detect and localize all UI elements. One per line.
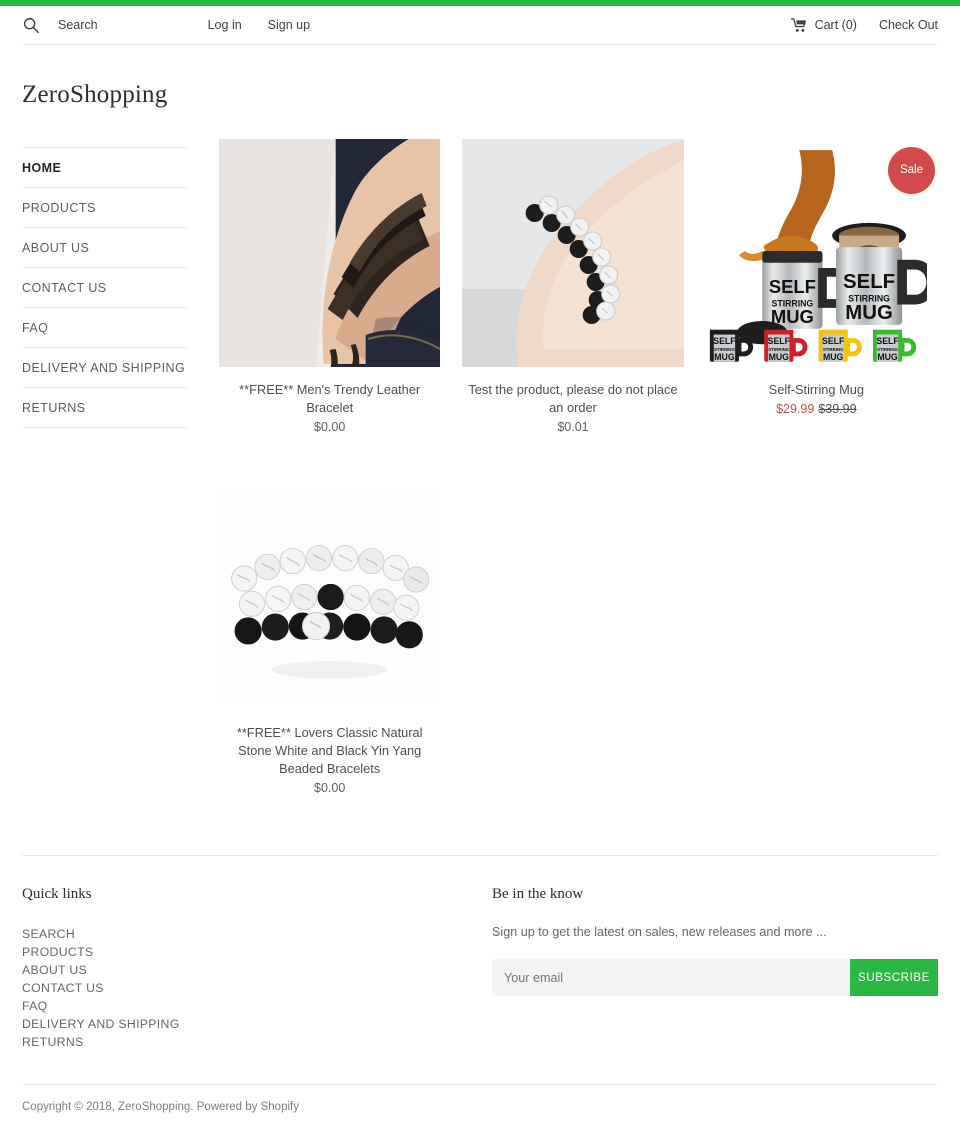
page-body: HOME PRODUCTS ABOUT US CONTACT US FAQ DE…	[0, 139, 960, 843]
newsletter-heading: Be in the know	[492, 886, 584, 902]
product-thumbnail[interactable]	[219, 482, 441, 710]
svg-text:MUG: MUG	[823, 352, 844, 362]
site-logo[interactable]: ZeroShopping	[22, 81, 167, 108]
sidebar-item-faq[interactable]: FAQ	[22, 308, 187, 348]
product-title: **FREE** Men's Trendy Leather Bracelet	[239, 382, 421, 415]
svg-text:SELF: SELF	[843, 271, 895, 293]
svg-text:MUG: MUG	[714, 352, 735, 362]
product-card[interactable]: Test the product, please do not place an…	[451, 139, 694, 434]
sidebar-item-about-us[interactable]: ABOUT US	[22, 228, 187, 268]
footer-link-faq[interactable]: FAQ	[22, 997, 492, 1015]
sidebar-item-contact-us[interactable]: CONTACT US	[22, 268, 187, 308]
cart-link[interactable]: Cart (0)	[790, 18, 857, 32]
newsletter-column: Be in the know Sign up to get the latest…	[492, 886, 938, 1051]
product-price: $0.01	[462, 420, 683, 434]
sidebar-item-returns[interactable]: RETURNS	[22, 388, 187, 428]
product-card[interactable]: **FREE** Lovers Classic Natural Stone Wh…	[208, 482, 451, 795]
yin-yang-beaded-bracelets-image	[219, 485, 441, 707]
search-icon[interactable]	[22, 16, 40, 34]
subscribe-button[interactable]: SUBSCRIBE	[850, 959, 938, 996]
search-link[interactable]: Search	[58, 18, 98, 32]
price-value: $0.01	[557, 420, 589, 434]
footer-link-delivery-and-shipping[interactable]: DELIVERY AND SHIPPING	[22, 1015, 492, 1033]
status-badge: Sale	[887, 147, 935, 194]
svg-text:MUG: MUG	[877, 352, 898, 362]
site-footer: Quick links SEARCH PRODUCTS ABOUT US CON…	[0, 856, 960, 1051]
svg-text:SELF: SELF	[876, 336, 898, 346]
cart-label: Cart (0)	[814, 18, 857, 32]
shopping-cart-icon	[790, 18, 808, 32]
product-price: $29.99 $39.99	[706, 402, 927, 416]
svg-text:SELF: SELF	[768, 276, 815, 297]
newsletter-form: SUBSCRIBE	[492, 959, 938, 996]
footer-link-search[interactable]: SEARCH	[22, 925, 492, 943]
signup-link[interactable]: Sign up	[268, 18, 310, 32]
product-title: **FREE** Lovers Classic Natural Stone Wh…	[236, 725, 423, 776]
product-price: $0.00	[219, 781, 440, 795]
product-card[interactable]: Sale SELF STIRRING MUG SELF STIRRING MUG…	[695, 139, 938, 434]
product-thumbnail[interactable]	[462, 139, 684, 367]
product-thumbnail[interactable]	[219, 139, 441, 367]
product-title: Test the product, please do not place an…	[468, 382, 678, 415]
checkout-link[interactable]: Check Out	[879, 18, 938, 32]
price-value: $0.00	[314, 781, 346, 795]
footer-link-returns[interactable]: RETURNS	[22, 1033, 492, 1051]
compare-price-value: $39.99	[818, 402, 857, 416]
sidebar-item-delivery-and-shipping[interactable]: DELIVERY AND SHIPPING	[22, 348, 187, 388]
footer-link-contact-us[interactable]: CONTACT US	[22, 979, 492, 997]
svg-text:MUG: MUG	[845, 302, 893, 324]
utility-header-right: Cart (0) Check Out	[790, 18, 938, 32]
product-price: $0.00	[219, 420, 440, 434]
email-field[interactable]	[492, 959, 850, 996]
quick-links-heading: Quick links	[22, 886, 92, 902]
product-title: Self-Stirring Mug	[768, 382, 864, 397]
footer-link-about-us[interactable]: ABOUT US	[22, 961, 492, 979]
utility-header-left: Search Log in Sign up	[22, 16, 336, 34]
beaded-bracelet-wrist-image	[462, 139, 684, 367]
footer-link-products[interactable]: PRODUCTS	[22, 943, 492, 961]
sidebar-item-home[interactable]: HOME	[22, 147, 187, 188]
svg-text:SELF: SELF	[767, 336, 789, 346]
svg-text:SELF: SELF	[713, 336, 735, 346]
logo-container: ZeroShopping	[0, 45, 960, 139]
sale-price-value: $29.99	[776, 402, 815, 416]
svg-text:SELF: SELF	[822, 336, 844, 346]
price-value: $0.00	[314, 420, 346, 434]
sidebar-nav: HOME PRODUCTS ABOUT US CONTACT US FAQ DE…	[22, 139, 187, 428]
leather-bracelet-image	[219, 139, 441, 367]
newsletter-description: Sign up to get the latest on sales, new …	[492, 925, 827, 939]
utility-header: Search Log in Sign up Cart (0) Check Out	[0, 6, 960, 44]
svg-text:MUG: MUG	[768, 352, 789, 362]
product-grid: **FREE** Men's Trendy Leather Bracelet $…	[187, 139, 938, 843]
login-link[interactable]: Log in	[208, 18, 242, 32]
product-card[interactable]: **FREE** Men's Trendy Leather Bracelet $…	[208, 139, 451, 434]
sidebar-item-products[interactable]: PRODUCTS	[22, 188, 187, 228]
quick-links-column: Quick links SEARCH PRODUCTS ABOUT US CON…	[22, 886, 492, 1051]
